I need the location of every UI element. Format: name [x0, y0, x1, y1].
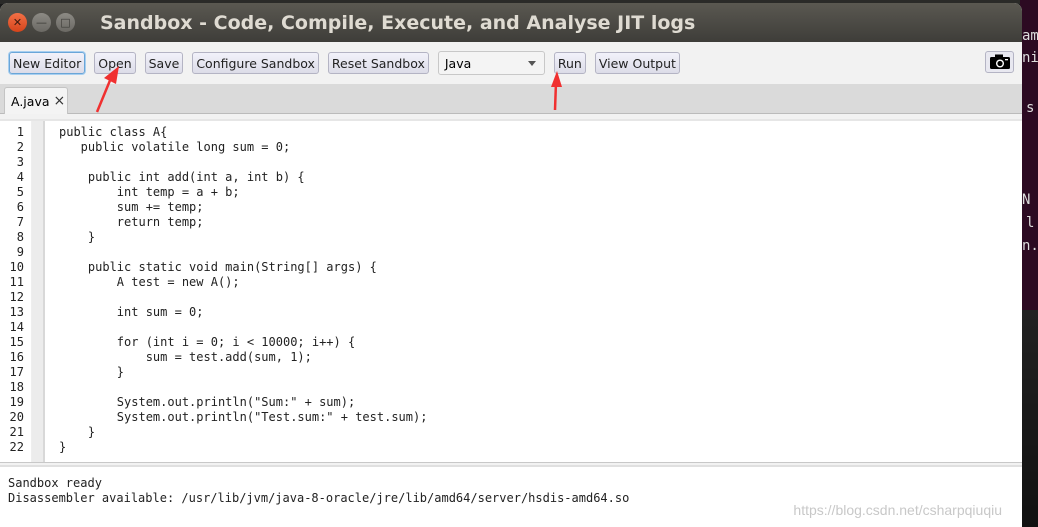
code-line: A test = new A(); [59, 275, 240, 289]
tab-a-java[interactable]: A.java × [4, 87, 68, 114]
line-number: 17 [9, 365, 24, 379]
open-button[interactable]: Open [94, 52, 136, 74]
tab-label: A.java [11, 93, 50, 109]
title-bar: ✕ — □ Sandbox - Code, Compile, Execute, … [0, 3, 1022, 42]
code-editor[interactable]: 1 2 3 4 5 6 7 8 9 10 11 12 13 14 15 16 17 18 19 20 21 22 publ… [0, 119, 1022, 463]
reset-sandbox-button[interactable]: Reset Sandbox [327, 52, 429, 74]
line-number: 4 [16, 170, 24, 184]
line-number: 11 [9, 275, 24, 289]
line-number: 13 [9, 305, 24, 319]
background-terminal: am ni s N l n. [1020, 0, 1038, 310]
code-line: System.out.println("Sum:" + sum); [59, 395, 356, 409]
code-line: int sum = 0; [59, 305, 204, 319]
line-number: 7 [16, 215, 24, 229]
code-line: } [59, 230, 96, 244]
minimize-icon: — [36, 16, 47, 29]
terminal-fragment: l [1026, 215, 1035, 231]
terminal-fragment: am [1022, 28, 1038, 44]
close-window-button[interactable]: ✕ [8, 13, 27, 32]
code-line: public int add(int a, int b) { [59, 170, 305, 184]
line-number: 10 [9, 260, 24, 274]
code-line: } [59, 425, 96, 439]
language-selected: Java [444, 55, 472, 71]
line-number: 8 [16, 230, 24, 244]
sandbox-window: ✕ — □ Sandbox - Code, Compile, Execute, … [0, 3, 1022, 527]
line-number: 3 [16, 155, 24, 169]
chevron-down-icon [527, 61, 536, 66]
code-line: sum = test.add(sum, 1); [59, 350, 312, 364]
line-number: 18 [9, 380, 24, 394]
window-title: Sandbox - Code, Compile, Execute, and An… [100, 11, 696, 34]
line-number: 2 [16, 140, 24, 154]
camera-icon [989, 54, 1010, 69]
view-output-button[interactable]: View Output [594, 52, 680, 74]
line-number: 12 [9, 290, 24, 304]
code-line: return temp; [59, 215, 204, 229]
maximize-window-button[interactable]: □ [56, 13, 75, 32]
line-number: 14 [9, 320, 24, 334]
gutter-strip [32, 121, 45, 462]
line-number: 1 [16, 125, 24, 139]
close-tab-icon[interactable]: × [54, 93, 66, 109]
maximize-icon: □ [60, 16, 71, 29]
code-line: public volatile long sum = 0; [59, 140, 291, 154]
line-number: 16 [9, 350, 24, 364]
code-line: } [59, 365, 125, 379]
run-button[interactable]: Run [553, 52, 586, 74]
screenshot-button[interactable] [985, 51, 1014, 73]
configure-sandbox-button[interactable]: Configure Sandbox [192, 52, 319, 74]
code-line: } [59, 440, 67, 454]
status-line: Sandbox ready [8, 476, 102, 490]
line-number: 20 [9, 410, 24, 424]
language-select[interactable]: Java [437, 51, 545, 75]
close-icon: ✕ [12, 16, 23, 29]
code-line: for (int i = 0; i < 10000; i++) { [59, 335, 356, 349]
line-number: 6 [16, 200, 24, 214]
code-line: sum += temp; [59, 200, 204, 214]
toolbar: New Editor Open Save Configure Sandbox R… [0, 42, 1022, 84]
code-line: int temp = a + b; [59, 185, 240, 199]
editor-tab-bar: A.java × [0, 84, 1022, 114]
line-number: 22 [9, 440, 24, 454]
save-button[interactable]: Save [144, 52, 184, 74]
terminal-fragment: s [1026, 100, 1035, 116]
line-number: 19 [9, 395, 24, 409]
line-number: 5 [16, 185, 24, 199]
terminal-fragment: N [1022, 192, 1031, 208]
terminal-fragment: ni [1022, 50, 1038, 66]
watermark: https://blog.csdn.net/csharpqiuqiu [793, 502, 1002, 518]
code-line: System.out.println("Test.sum:" + test.su… [59, 410, 428, 424]
line-number-gutter: 1 2 3 4 5 6 7 8 9 10 11 12 13 14 15 16 17 18 19 20 21 22 [0, 121, 32, 462]
line-number: 9 [16, 245, 24, 259]
desktop-background-image [1020, 310, 1038, 527]
code-line: public class A{ [59, 125, 168, 139]
terminal-fragment: n. [1022, 238, 1038, 254]
line-number: 21 [9, 425, 24, 439]
line-number: 15 [9, 335, 24, 349]
minimize-window-button[interactable]: — [32, 13, 51, 32]
code-line: public static void main(String[] args) { [59, 260, 377, 274]
new-editor-button[interactable]: New Editor [9, 52, 86, 74]
